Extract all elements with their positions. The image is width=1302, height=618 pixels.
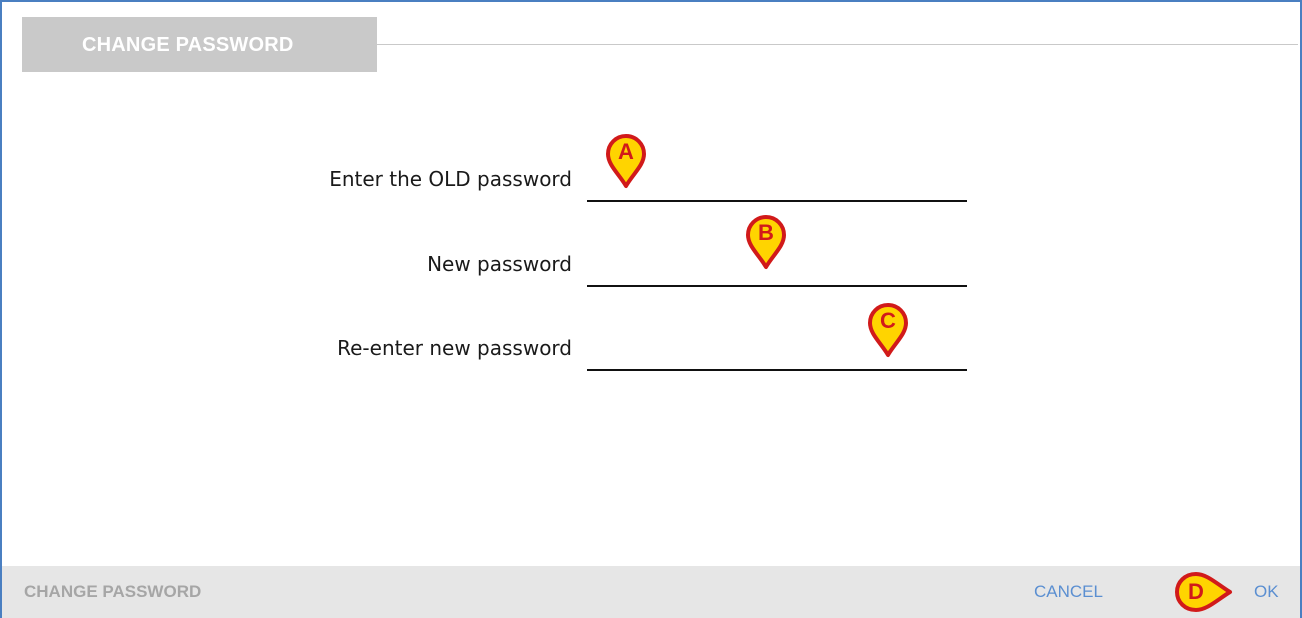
old-password-label: Enter the OLD password — [329, 167, 572, 191]
marker-a-icon: A — [604, 133, 648, 189]
marker-c-icon: C — [866, 302, 910, 358]
change-password-dialog — [0, 0, 1302, 618]
dialog-footer: CHANGE PASSWORD CANCEL OK — [2, 566, 1300, 618]
marker-b-letter: B — [758, 220, 774, 245]
marker-c-letter: C — [880, 308, 896, 333]
dialog-title: CHANGE PASSWORD — [22, 17, 377, 72]
title-divider — [377, 44, 1298, 45]
marker-b-icon: B — [744, 214, 788, 270]
reenter-password-label: Re-enter new password — [337, 336, 572, 360]
ok-button[interactable]: OK — [1254, 582, 1279, 602]
marker-a-letter: A — [618, 139, 634, 164]
marker-d-letter: D — [1188, 579, 1204, 604]
new-password-label: New password — [427, 252, 572, 276]
reenter-password-field[interactable] — [587, 341, 967, 371]
marker-d-icon: D — [1174, 571, 1234, 613]
cancel-button[interactable]: CANCEL — [1034, 582, 1103, 602]
footer-title: CHANGE PASSWORD — [24, 582, 202, 601]
